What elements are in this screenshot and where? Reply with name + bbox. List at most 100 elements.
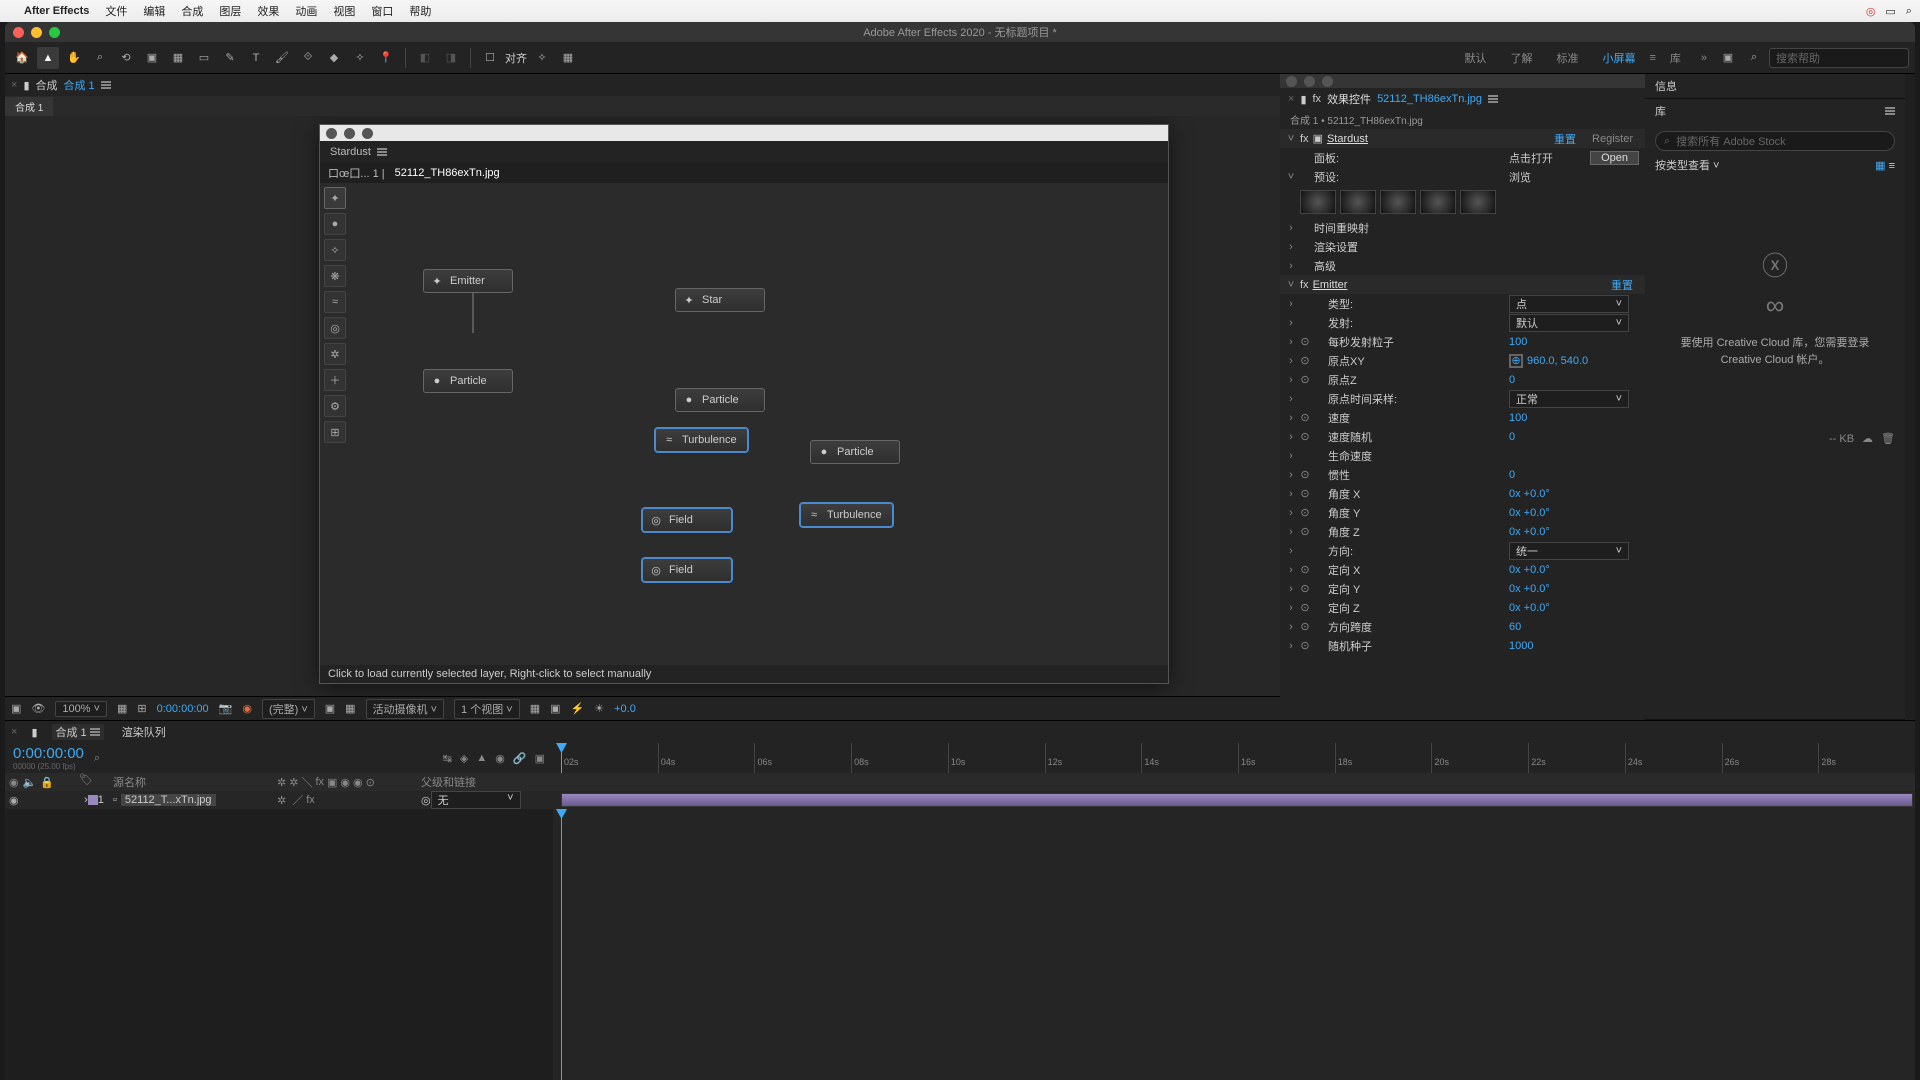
tl-tab-render[interactable]: 渲染队列 (118, 724, 170, 740)
fx-prop-tsample[interactable]: ›原点时间采样:正常˅ (1280, 389, 1645, 408)
sd-tool-star[interactable]: ✲ (324, 343, 346, 365)
vb-trans-icon[interactable]: ▦ (345, 702, 355, 715)
comp-tab[interactable]: 合成 1 (5, 97, 53, 116)
tl-icon-4[interactable]: ◉ (495, 752, 505, 765)
lib-search[interactable]: ⌕搜索所有 Adobe Stock (1655, 131, 1895, 151)
tl-icon-6[interactable]: ▣ (535, 752, 545, 765)
shape-stroke[interactable]: ◨ (440, 47, 462, 69)
orbit-tool[interactable]: ⟲ (115, 47, 137, 69)
sd-tool-flake[interactable]: ❋ (324, 265, 346, 287)
preset-thumbnails[interactable] (1280, 186, 1645, 218)
vb-res-icon[interactable]: ▦ (117, 702, 127, 715)
node-particle3[interactable]: ●Particle (810, 440, 900, 464)
list-view-icon[interactable]: ≡ (1889, 160, 1895, 172)
node-turb1[interactable]: ≈Turbulence (655, 428, 748, 452)
vb-camera[interactable]: 活动摄像机 ˅ (366, 699, 444, 719)
layer-clip[interactable] (561, 793, 1913, 807)
rect-tool[interactable]: ▭ (193, 47, 215, 69)
ws-learn[interactable]: 了解 (1500, 50, 1542, 66)
help-search[interactable]: 搜索帮助 (1769, 48, 1909, 68)
fx-emitter-reset[interactable]: 重置 (1605, 277, 1639, 293)
sd-tool-gear[interactable]: ⚙ (324, 395, 346, 417)
cloud-icon[interactable]: ☁ (1862, 432, 1873, 445)
vb-grid-icon[interactable]: ⊞ (137, 702, 146, 715)
vb-exposure[interactable]: +0.0 (614, 703, 636, 715)
ws-overflow[interactable]: » (1695, 52, 1713, 64)
fx-prop-pps[interactable]: ›⊙每秒发射粒子100 (1280, 332, 1645, 351)
fx-prop-speedr[interactable]: ›⊙速度随机0 (1280, 427, 1645, 446)
search-icon[interactable]: ⌕ (1906, 5, 1912, 18)
menu-file[interactable]: 文件 (105, 3, 127, 19)
fx-layer-name[interactable]: 52112_TH86exTn.jpg (1377, 93, 1482, 105)
node-emitter[interactable]: ✦Emitter (423, 269, 513, 293)
comp-link[interactable]: 合成 1 (64, 77, 95, 93)
rotate-tool[interactable]: ▣ (141, 47, 163, 69)
roto-tool[interactable]: ✧ (349, 47, 371, 69)
comp-viewer[interactable]: Stardust 口œ囗... 1 | 52112_TH86exTn.jpg ✦… (5, 116, 1280, 696)
fx-tab-close[interactable]: × (1288, 93, 1294, 105)
parent-dropdown[interactable]: 无˅ (431, 791, 521, 809)
frame-icon[interactable]: ▣ (1717, 47, 1739, 69)
fx-prop-seed[interactable]: ›⊙随机种子1000 (1280, 636, 1645, 655)
parent-pick-icon[interactable]: ◎ (421, 794, 431, 807)
fx-stardust-register[interactable]: Register (1586, 133, 1639, 145)
fx-emitter-header[interactable]: ˅fx Emitter 重置 (1280, 275, 1645, 294)
menu-comp[interactable]: 合成 (181, 3, 203, 19)
vb-res[interactable]: (完整) ˅ (262, 699, 315, 719)
sd-tool-sparkle[interactable]: ✧ (324, 239, 346, 261)
fx-grp-adv[interactable]: ›高级 (1280, 256, 1645, 275)
search-icon[interactable]: ⌕ (1743, 47, 1765, 69)
ws-standard[interactable]: 标准 (1546, 50, 1588, 66)
fx-prop-type[interactable]: ›类型:点˅ (1280, 294, 1645, 313)
vb-roi-icon[interactable]: ▣ (325, 702, 335, 715)
snap-checkbox[interactable]: ☐ (479, 47, 501, 69)
zoom-tool[interactable]: ⌕ (89, 47, 111, 69)
playhead-body[interactable] (561, 809, 562, 1080)
menu-edit[interactable]: 编辑 (143, 3, 165, 19)
fx-prop-dir[interactable]: ›方向:统一˅ (1280, 541, 1645, 560)
vb-views[interactable]: 1 个视图 ˅ (454, 699, 520, 719)
trash-icon[interactable]: 🗑 (1881, 432, 1895, 445)
tl-icon-3[interactable]: ▲ (476, 752, 487, 765)
sd-tool-wave[interactable]: ≈ (324, 291, 346, 313)
ws-small[interactable]: 小屏幕 (1592, 50, 1645, 66)
menu-anim[interactable]: 动画 (295, 3, 317, 19)
window-traffic[interactable] (13, 27, 60, 38)
home-button[interactable]: 🏠 (11, 47, 33, 69)
layer-name[interactable]: 52112_T...xTn.jpg (121, 794, 216, 806)
ws-menu-icon[interactable]: ≡ (1649, 52, 1655, 64)
layer-visibility[interactable]: ◉ (9, 794, 19, 807)
menu-layer[interactable]: 图层 (219, 3, 241, 19)
fx-prop-oxy[interactable]: ›⊙原点XY⊕960.0, 540.0 (1280, 351, 1645, 370)
menu-view[interactable]: 视图 (333, 3, 355, 19)
tl-search-icon[interactable]: ⌕ (94, 752, 100, 765)
fx-prop-orx[interactable]: ›⊙定向 X0x +0.0° (1280, 560, 1645, 579)
node-field1[interactable]: ◎Field (642, 508, 732, 532)
tl-tab-close[interactable]: × (11, 726, 17, 738)
fx-prop-oz[interactable]: ›⊙原点Z0 (1280, 370, 1645, 389)
tab-close[interactable]: × (11, 79, 17, 91)
fx-open-btn[interactable]: Open (1590, 151, 1639, 165)
fx-prop-angx[interactable]: ›⊙角度 X0x +0.0° (1280, 484, 1645, 503)
puppet-tool[interactable]: 📍 (375, 47, 397, 69)
vb-snap-icon[interactable]: 📷 (219, 702, 233, 715)
fx-prop-lifespeed[interactable]: ›生命速度 (1280, 446, 1645, 465)
fx-grp-time[interactable]: ›时间重映射 (1280, 218, 1645, 237)
tl-ruler[interactable]: 02s04s06s08s10s12s14s16s18s20s22s24s26s2… (553, 743, 1915, 773)
fx-stardust-header[interactable]: ˅fx▣ Stardust 重置 Register (1280, 129, 1645, 148)
stardust-panel-menu[interactable] (377, 148, 387, 156)
ws-lib[interactable]: 库 (1660, 50, 1691, 66)
grid-view-icon[interactable]: ▦ (1875, 160, 1885, 172)
snap-grid[interactable]: ▦ (557, 47, 579, 69)
vb-color-icon[interactable]: ◉ (242, 702, 252, 715)
vb-3d-icon[interactable]: ▦ (530, 702, 540, 715)
eraser-tool[interactable]: ◆ (323, 47, 345, 69)
fx-prop-orz[interactable]: ›⊙定向 Z0x +0.0° (1280, 598, 1645, 617)
node-particle2[interactable]: ●Particle (675, 388, 765, 412)
selection-tool[interactable]: ▲ (37, 47, 59, 69)
vb-alpha-icon[interactable]: ▣ (11, 702, 21, 715)
fx-panel-menu[interactable] (1488, 95, 1498, 103)
tl-tab-comp[interactable]: 合成 1 (52, 724, 104, 740)
tl-icon-1[interactable]: ↹ (443, 752, 452, 765)
fx-prop-ory[interactable]: ›⊙定向 Y0x +0.0° (1280, 579, 1645, 598)
